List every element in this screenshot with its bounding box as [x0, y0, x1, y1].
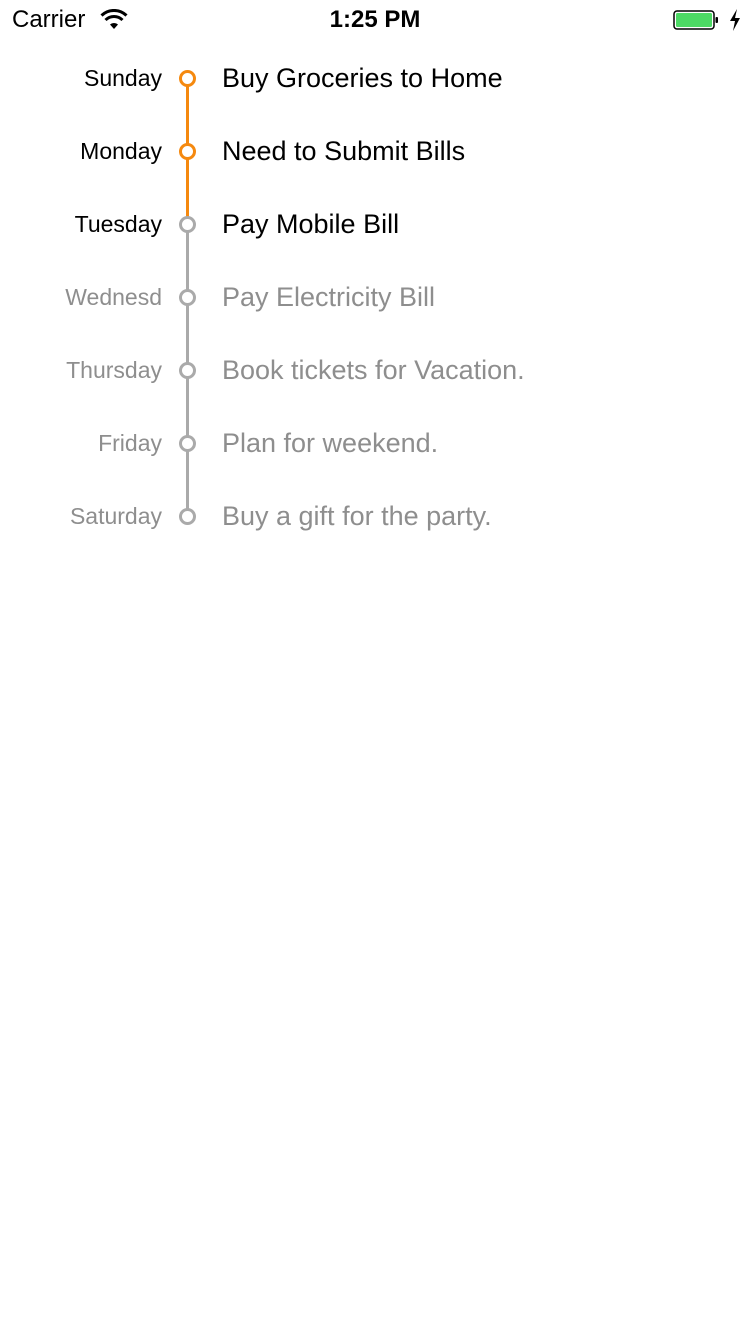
timeline-dot-icon: [179, 216, 196, 233]
timeline-row[interactable]: Monday Need to Submit Bills: [0, 131, 750, 171]
day-label: Friday: [98, 430, 162, 456]
day-label: Saturday: [69, 503, 162, 529]
timeline-row[interactable]: Saturday Buy a gift for the party.: [0, 496, 750, 536]
day-label: Thursday: [66, 357, 162, 383]
timeline-row[interactable]: Wednesd Pay Electricity Bill: [0, 277, 750, 317]
task-title: Buy Groceries to Home: [222, 63, 503, 93]
timeline-dot-icon: [179, 508, 196, 525]
task-title: Plan for weekend.: [222, 428, 439, 458]
task-title: Book tickets for Vacation.: [222, 355, 525, 385]
day-label: Sunday: [83, 65, 162, 91]
timeline-row[interactable]: Sunday Buy Groceries to Home: [0, 58, 750, 98]
task-title: Pay Electricity Bill: [222, 282, 436, 312]
timeline-row[interactable]: Tuesday Pay Mobile Bill: [0, 204, 750, 244]
timeline-dot-icon: [179, 289, 196, 306]
timeline-dot-icon: [179, 435, 196, 452]
day-label: Monday: [80, 138, 162, 164]
day-label: Wednesd: [65, 284, 162, 310]
task-title: Pay Mobile Bill: [222, 209, 400, 239]
day-label: Tuesday: [74, 211, 162, 237]
timeline-dot-icon: [179, 70, 196, 87]
timeline-row[interactable]: Thursday Book tickets for Vacation.: [0, 350, 750, 390]
timeline-dot-icon: [179, 362, 196, 379]
task-title: Need to Submit Bills: [222, 136, 466, 166]
timeline-list: Sunday Buy Groceries to Home Monday Need…: [0, 0, 750, 1334]
timeline-row[interactable]: Friday Plan for weekend.: [0, 423, 750, 463]
task-title: Buy a gift for the party.: [222, 501, 492, 531]
timeline-dot-icon: [179, 143, 196, 160]
